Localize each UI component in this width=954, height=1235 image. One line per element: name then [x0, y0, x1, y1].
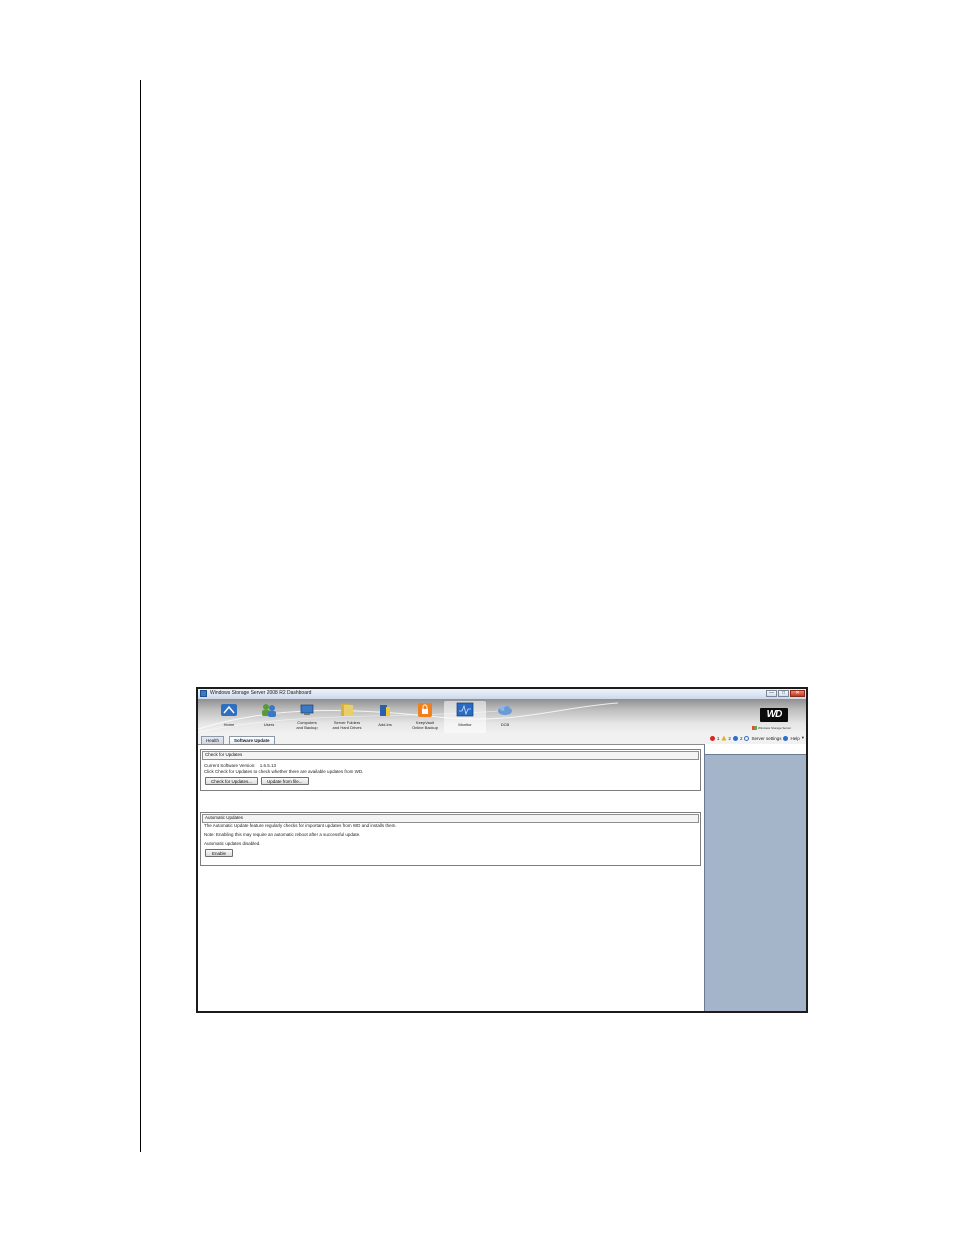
automatic-updates-header: Automatic Updates [202, 814, 699, 823]
auto-update-description: The Automatic Update feature regularly c… [204, 823, 397, 828]
tab-strip: Health Software Update 1 2 2 Server sett… [198, 734, 806, 744]
check-for-updates-section: Check for Updates Current Software Versi… [200, 749, 701, 791]
check-for-updates-button[interactable]: Check for Updates... [205, 777, 259, 785]
check-updates-description: Click Check for Updates to check whether… [204, 769, 364, 774]
error-icon[interactable] [709, 735, 715, 741]
warning-icon[interactable] [721, 735, 727, 741]
nav-monitor-label: Monitor [458, 722, 472, 727]
users-icon [262, 704, 276, 717]
nav-server-folders[interactable]: Server Folders and Hard Drives [326, 701, 368, 733]
monitor-icon [456, 702, 474, 717]
close-button[interactable]: ✕ [790, 690, 805, 697]
addin-icon [380, 705, 390, 716]
app-icon [200, 690, 207, 697]
main-navigation-bar: Home Users Computers and Backup Server F… [198, 699, 806, 734]
nav-home-label: Home [223, 722, 235, 727]
home-icon [221, 704, 237, 716]
warning-count[interactable]: 2 [728, 736, 731, 741]
automatic-updates-section: Automatic Updates The Automatic Update f… [200, 812, 701, 866]
minimize-button[interactable]: — [766, 690, 777, 697]
info-count[interactable]: 2 [740, 736, 743, 741]
check-for-updates-header: Check for Updates [202, 751, 699, 760]
auto-update-note: Note: Enabling this may require an autom… [204, 832, 361, 837]
windows-storage-server-logo: Windows Storage Server [752, 726, 796, 730]
window-controls: — □ ✕ [766, 690, 805, 697]
dashboard-window: Windows Storage Server 2008 R2 Dashboard… [196, 687, 808, 1013]
update-from-file-button[interactable]: Update from file... [261, 777, 309, 785]
auto-update-status: Automatic updates disabled. [204, 841, 261, 846]
help-icon [783, 735, 789, 741]
auto-update-buttons: Enable [201, 849, 700, 857]
nav-dcb-label: DCB [500, 722, 510, 727]
status-area: 1 2 2 Server settings Help ▾ [709, 735, 804, 741]
side-panel-header [705, 744, 806, 755]
current-version-label: Current Software Version: [204, 763, 256, 768]
windows-flag-icon [752, 726, 757, 730]
main-content: Check for Updates Current Software Versi… [198, 744, 704, 1011]
help-link[interactable]: Help [790, 736, 799, 741]
computer-icon [300, 704, 314, 715]
nav-server-folders-label: Server Folders and Hard Drives [332, 720, 362, 730]
nav-dcb[interactable]: DCB [484, 701, 526, 733]
wd-logo: WD [760, 708, 788, 722]
nav-home[interactable]: Home [208, 701, 250, 733]
nav-keepvault-label: KeepVault Online Backup [411, 720, 438, 730]
error-count[interactable]: 1 [717, 736, 720, 741]
lock-icon [418, 703, 432, 717]
nav-addins-label: Add-ins [378, 722, 392, 727]
help-dropdown-icon[interactable]: ▾ [802, 735, 804, 741]
tab-health[interactable]: Health [201, 736, 225, 744]
current-version-value: 1.6.5.13 [259, 763, 277, 768]
check-updates-buttons: Check for Updates... Update from file... [201, 777, 700, 785]
server-settings-link[interactable]: Server settings [751, 736, 781, 741]
window-title: Windows Storage Server 2008 R2 Dashboard [210, 690, 312, 696]
nav-monitor[interactable]: Monitor [444, 701, 486, 733]
nav-users-label: Users [263, 722, 275, 727]
info-icon[interactable] [732, 735, 738, 741]
ms-logo-text: Windows Storage Server [758, 726, 792, 730]
folder-icon [341, 704, 353, 716]
maximize-button[interactable]: □ [778, 690, 789, 697]
page-margin-rule [140, 80, 141, 1152]
nav-computers[interactable]: Computers and Backup [286, 701, 328, 733]
nav-users[interactable]: Users [248, 701, 290, 733]
nav-keepvault[interactable]: KeepVault Online Backup [404, 701, 446, 733]
tasks-side-panel [704, 744, 806, 1011]
nav-computers-label: Computers and Backup [296, 720, 318, 730]
enable-button[interactable]: Enable [205, 849, 234, 857]
nav-addins[interactable]: Add-ins [364, 701, 406, 733]
tab-software-update[interactable]: Software Update [229, 736, 275, 744]
search-icon [744, 735, 750, 741]
cloud-icon [498, 705, 512, 715]
